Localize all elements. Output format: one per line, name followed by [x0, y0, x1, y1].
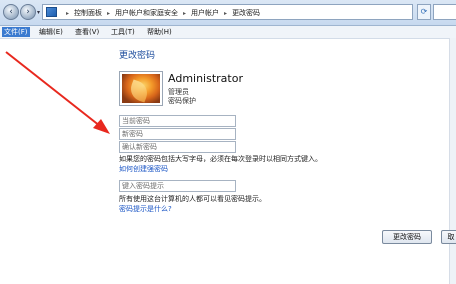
back-arrow-icon[interactable]: ‹ [3, 4, 19, 20]
recent-pages-dropdown-icon[interactable]: ▾ [37, 9, 40, 16]
change-password-button[interactable]: 更改密码 [382, 230, 432, 244]
address-path-box[interactable]: ▸ 控制面板 ▸ 用户帐户和家庭安全 ▸ 用户帐户 ▸ 更改密码 [42, 4, 413, 20]
breadcrumb-separator-icon[interactable]: ▸ [224, 10, 227, 17]
breadcrumb-item[interactable]: 更改密码 [232, 9, 260, 17]
user-status: 密码保护 [168, 97, 196, 105]
cancel-button[interactable]: 取 [441, 230, 456, 244]
breadcrumb-separator-icon[interactable]: ▸ [183, 10, 186, 17]
current-password-field[interactable] [119, 115, 236, 127]
breadcrumb-item[interactable]: 控制面板 [74, 9, 102, 17]
hint-note: 所有使用这台计算机的人都可以看见密码提示。 [119, 195, 266, 203]
confirm-password-field[interactable] [119, 141, 236, 153]
menu-tools[interactable]: 工具(T) [109, 27, 137, 37]
forward-arrow-icon[interactable]: › [20, 4, 36, 20]
breadcrumb: ▸ 控制面板 ▸ 用户帐户和家庭安全 ▸ 用户帐户 ▸ 更改密码 [61, 8, 260, 18]
new-password-field[interactable] [119, 128, 236, 140]
menu-help[interactable]: 帮助(H) [145, 27, 174, 37]
page-title: 更改密码 [119, 51, 156, 61]
menu-file[interactable]: 文件(F) [2, 27, 30, 37]
control-panel-icon [46, 7, 57, 17]
breadcrumb-separator-icon[interactable]: ▸ [66, 10, 69, 17]
password-hint-link[interactable]: 密码提示是什么? [119, 204, 172, 214]
arrow-head [93, 119, 110, 134]
window-edge [449, 38, 456, 284]
address-bar: ‹ › ▾ ▸ 控制面板 ▸ 用户帐户和家庭安全 ▸ 用户帐户 ▸ 更改密码 ⟳ [0, 0, 456, 26]
flower-picture [127, 79, 151, 103]
menu-view[interactable]: 查看(V) [73, 27, 101, 37]
menu-bar: 文件(F) 编辑(E) 查看(V) 工具(T) 帮助(H) [0, 26, 456, 39]
menu-edit[interactable]: 编辑(E) [37, 27, 65, 37]
user-avatar [120, 72, 162, 105]
breadcrumb-separator-icon[interactable]: ▸ [107, 10, 110, 17]
password-hint-field[interactable] [119, 180, 236, 192]
strong-password-link[interactable]: 如何创建强密码 [119, 164, 168, 174]
breadcrumb-item[interactable]: 用户帐户和家庭安全 [115, 9, 178, 17]
caps-note: 如果您的密码包括大写字母，必须在每次登录时以相同方式键入。 [119, 155, 322, 163]
refresh-icon[interactable]: ⟳ [417, 4, 431, 20]
arrow-shaft [5, 51, 101, 127]
breadcrumb-item[interactable]: 用户帐户 [191, 9, 219, 17]
search-input[interactable] [433, 4, 456, 20]
user-name: Administrator [168, 72, 243, 85]
